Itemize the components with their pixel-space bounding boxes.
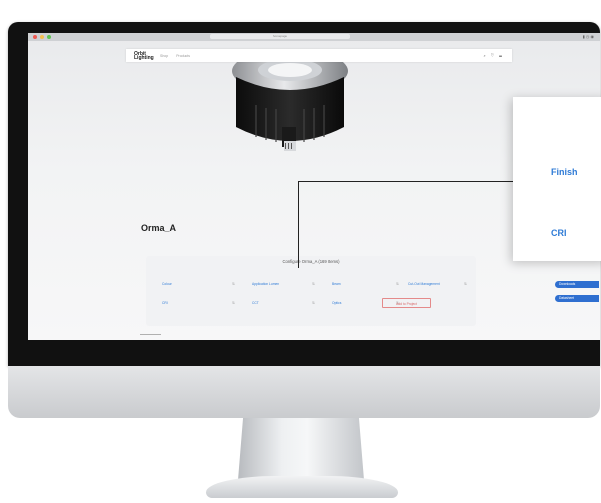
chevron-updown-icon[interactable]: ⇅ [232,282,235,286]
maximize-window-icon[interactable] [47,35,51,39]
downloads-button[interactable]: Downloads [555,281,599,288]
footer-text: ▬▬▬▬▬▬▬ [140,332,161,336]
monitor-chin [8,366,600,418]
nav-action-icons[interactable]: ⌕ ♡ ☰ [483,53,504,58]
callout-connector-vertical [298,181,299,268]
close-window-icon[interactable] [33,35,37,39]
add-to-project-button[interactable]: Add to Project [382,298,431,308]
callout-option-finish[interactable]: Finish [551,167,578,177]
callout-option-cri[interactable]: CRI [551,228,567,238]
config-option-cct[interactable]: CCT [252,301,259,305]
chevron-updown-icon[interactable]: ⇅ [232,301,235,305]
datasheet-button[interactable]: Datasheet [555,295,599,302]
nav-item-products[interactable]: Products [176,54,190,58]
address-bar[interactable]: homepage [210,34,350,39]
nav-item-shop[interactable]: Shop [160,54,168,58]
chevron-updown-icon[interactable]: ⇅ [312,282,315,286]
os-menu-bar: homepage ▮ ◷ ◉ [28,33,600,41]
status-icons: ▮ ◷ ◉ [582,34,594,39]
config-option-optics[interactable]: Optics [332,301,341,305]
chevron-updown-icon[interactable]: ⇅ [464,282,467,286]
configurator-title: Configure Orma_A (169 Items) [282,259,340,264]
config-option-lumen[interactable]: Application Lumen [252,282,279,286]
luminaire-image [232,49,348,151]
config-option-beam[interactable]: Beam [332,282,341,286]
minimize-window-icon[interactable] [40,35,44,39]
monitor-base [206,476,398,498]
config-option-cri[interactable]: CRI [162,301,168,305]
site-navbar: Orbit Lighting Shop Products ⌕ ♡ ☰ [126,49,512,62]
site-logo[interactable]: Orbit Lighting [134,51,154,60]
chevron-updown-icon[interactable]: ⇅ [312,301,315,305]
monitor-stand [238,418,364,480]
chevron-updown-icon[interactable]: ⇅ [396,282,399,286]
callout-connector-horizontal [298,181,522,182]
callout-options-card: Finish CRI [513,97,601,261]
configurator-panel: Configure Orma_A (169 Items) Colour ⇅ Ap… [146,256,476,326]
product-title: Orma_A [141,223,177,233]
config-option-colour[interactable]: Colour [162,282,172,286]
config-option-cutout[interactable]: Cut-Out Management [408,282,440,286]
